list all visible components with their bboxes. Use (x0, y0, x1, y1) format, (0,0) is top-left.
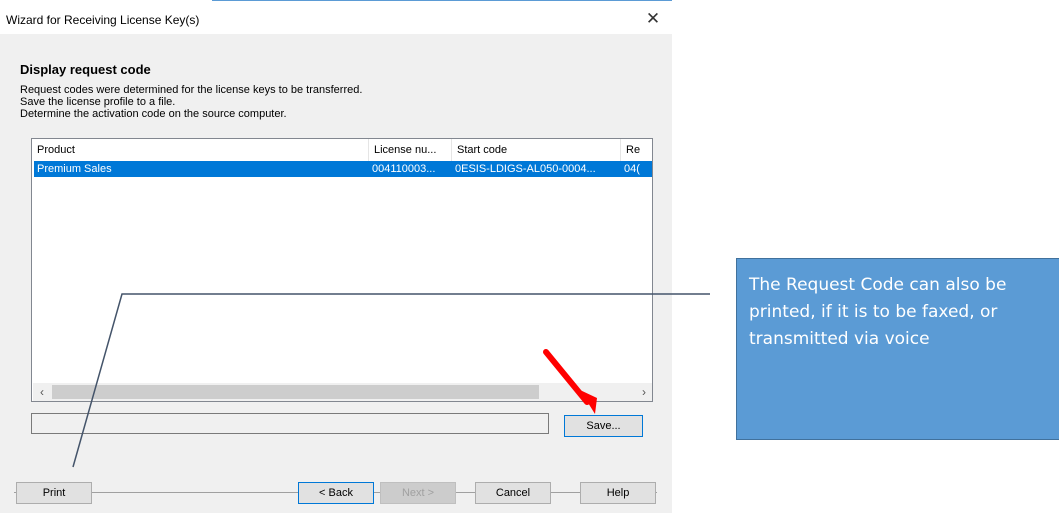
scroll-right-icon[interactable]: › (635, 383, 652, 401)
title-bar: Wizard for Receiving License Key(s) ✕ (0, 6, 672, 34)
back-button[interactable]: < Back (298, 482, 374, 504)
cell-product: Premium Sales (37, 163, 112, 175)
cell-license-number: 004110003... (372, 163, 436, 175)
top-blue-line (212, 0, 672, 1)
scroll-thumb[interactable] (52, 385, 539, 399)
column-header-re[interactable]: Re (621, 139, 652, 161)
scroll-left-icon[interactable]: ‹ (33, 383, 51, 401)
description-line-2: Save the license profile to a file. (20, 96, 176, 108)
print-button[interactable]: Print (16, 482, 92, 504)
callout-text: The Request Code can also be printed, if… (749, 275, 1007, 349)
wizard-dialog: Wizard for Receiving License Key(s) ✕ Di… (0, 6, 672, 513)
horizontal-scrollbar[interactable]: ‹ › (33, 383, 652, 401)
list-header: Product License nu... Start code Re (32, 139, 652, 161)
description-line-1: Request codes were determined for the li… (20, 84, 363, 96)
cell-start-code: 0ESIS-LDIGS-AL050-0004... (455, 163, 596, 175)
save-button[interactable]: Save... (564, 415, 643, 437)
next-button: Next > (380, 482, 456, 504)
cancel-button[interactable]: Cancel (475, 482, 551, 504)
column-header-product[interactable]: Product (32, 139, 369, 161)
dialog-body: Display request code Request codes were … (0, 34, 672, 513)
column-header-license-number[interactable]: License nu... (369, 139, 452, 161)
file-path-field[interactable] (31, 413, 549, 434)
table-row[interactable]: Premium Sales 004110003... 0ESIS-LDIGS-A… (34, 161, 652, 177)
annotation-callout: The Request Code can also be printed, if… (736, 258, 1059, 440)
column-header-start-code[interactable]: Start code (452, 139, 621, 161)
help-button[interactable]: Help (580, 482, 656, 504)
window-title: Wizard for Receiving License Key(s) (6, 13, 200, 27)
close-icon[interactable]: ✕ (644, 10, 662, 28)
license-list[interactable]: Product License nu... Start code Re Prem… (31, 138, 653, 402)
cell-re: 04( (624, 163, 640, 175)
description-line-3: Determine the activation code on the sou… (20, 108, 287, 120)
page-heading: Display request code (20, 62, 151, 77)
